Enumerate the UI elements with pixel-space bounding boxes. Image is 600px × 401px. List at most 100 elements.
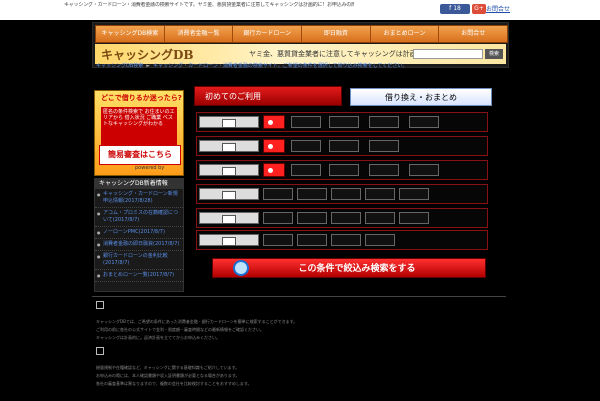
nav-item-contact[interactable]: お問合せ [439,26,507,42]
condition-option[interactable] [369,140,399,152]
content-line: キャッシングは計画的に。返済計画を立ててからお申込みください。 [96,335,220,340]
condition-icon [222,167,236,176]
option-unspecified-selected[interactable] [263,139,285,153]
condition-option[interactable] [331,234,361,246]
option-unspecified-selected[interactable] [263,115,285,129]
condition-row [196,184,488,204]
condition-option[interactable] [291,116,321,128]
condition-option[interactable] [399,212,429,224]
search-mode-tabs: 初めてのご利用 借り換え・おまとめ [194,86,492,110]
tab-first-time[interactable]: 初めてのご利用 [194,86,342,106]
condition-icon [222,119,236,128]
breadcrumb-separator-icon: ► [146,63,151,69]
condition-option[interactable] [331,212,361,224]
news-list: キャッシング・カードローン新規申込情報(2017/8/28) アコム・プロミスの… [95,189,183,282]
condition-option[interactable] [329,164,359,176]
condition-icon [222,191,236,200]
content-line: ご利用の前に各社の公式サイトで金利・限度額・審査時間などの最新情報をご確認くださ… [96,327,264,332]
content-line: 総量規制や在籍確認など、キャッシングに関する基礎知識もご紹介しています。 [96,365,240,370]
content-line: 各社の審査基準は異なりますので、複数の会社を比較検討することをおすすめします。 [96,381,252,386]
site-notice-text: キャッシング・カードローン・消費者金融の検索サイトです。ヤミ金、悪質貸金業者に注… [64,2,354,8]
content-line: キャッシングDBでは、ご希望の条件にあった消費者金融・銀行カードローンを簡単に検… [96,319,298,324]
condition-row [196,136,488,156]
promo-title: どこで借りるか迷ったら? [101,94,182,102]
article-content: キャッシングDBでは、ご希望の条件にあった消費者金融・銀行カードローンを簡単に検… [92,296,506,401]
condition-label [199,140,259,152]
filtered-search-button[interactable]: この条件で絞込み検索をする [212,258,486,278]
breadcrumb-current: キャッシング・カードローン・消費者金融の検索サイト。ご希望の条件を選択して絞り込… [153,63,408,69]
condition-row [196,208,488,228]
radio-dot-icon [268,144,273,149]
condition-option[interactable] [263,234,293,246]
heading-marker-icon [96,347,104,355]
breadcrumb: キャッシングDB検索 ► キャッシング・カードローン・消費者金融の検索サイト。ご希望… [96,62,506,70]
condition-option[interactable] [331,188,361,200]
condition-icon [222,143,236,152]
brand-banner: キャッシングDB ヤミ金、悪質貸金業者に注意してキャッシングは計画的に！ 検索 [95,44,506,64]
condition-option[interactable] [399,188,429,200]
news-item[interactable]: キャッシング・カードローン新規申込情報(2017/8/28) [95,189,183,208]
promo-powered-by: powered by [135,165,165,171]
nav-item-consolidate[interactable]: おまとめローン [371,26,440,42]
facebook-like-button[interactable]: f 18 [440,4,470,14]
condition-row [196,112,488,132]
google-plus-button[interactable]: G+ [472,4,486,14]
news-item[interactable]: ノーローンPMC(2017/8/7) [95,227,183,239]
nav-item-search[interactable]: キャッシングDB検索 [96,26,165,42]
nav-item-sameday[interactable]: 即日融資 [302,26,371,42]
nav-item-consumer[interactable]: 消費者金融一覧 [165,26,234,42]
condition-option[interactable] [297,212,327,224]
content-line: お申込みの際には、本人確認書類や収入証明書類が必要となる場合があります。 [96,373,240,378]
search-button-label: この条件で絞込み検索をする [298,264,416,274]
condition-option[interactable] [297,188,327,200]
heading-marker-icon [96,301,104,309]
condition-option[interactable] [369,164,399,176]
news-item[interactable]: 消費者金融の即日融資(2017/8/7) [95,239,183,251]
nav-item-bank[interactable]: 銀行カードローン [233,26,303,42]
condition-option[interactable] [329,140,359,152]
condition-row [196,230,488,250]
site-search-input[interactable] [413,49,483,59]
slogan-text: ヤミ金、悪質貸金業者に注意してキャッシングは計画的に！ [249,50,438,58]
condition-label [199,188,259,200]
radio-dot-icon [268,120,273,125]
condition-option[interactable] [329,116,359,128]
condition-icon [222,215,236,224]
site-search-button[interactable]: 検索 [485,49,503,59]
condition-option[interactable] [365,212,395,224]
news-item[interactable]: アコム・プロミスの在籍確認について(2017/8/7) [95,208,183,227]
site-logo[interactable]: キャッシングDB [101,46,194,63]
condition-option[interactable] [409,116,439,128]
condition-label [199,116,259,128]
option-unspecified-selected[interactable] [263,163,285,177]
condition-option[interactable] [297,234,327,246]
news-heading: キャッシングDB新着情報 [95,179,183,189]
condition-label [199,164,259,176]
condition-label [199,234,259,246]
simple-screening-promo[interactable]: どこで借りるか迷ったら? 匿名の条件検索で お住まいのエリアから 借入状況 ご職… [94,90,184,176]
promo-cta-button[interactable]: 簡易審査はこちら [99,145,181,165]
condition-option[interactable] [365,188,395,200]
news-box: キャッシングDB新着情報 キャッシング・カードローン新規申込情報(2017/8/… [94,178,184,292]
news-item[interactable]: おまとめローン一覧(2017/8/7) [95,270,183,282]
condition-panel [194,112,490,250]
breadcrumb-home[interactable]: キャッシングDB検索 [96,63,143,69]
global-nav: キャッシングDB検索 消費者金融一覧 銀行カードローン 即日融資 おまとめローン… [95,25,508,43]
tab-refinance[interactable]: 借り換え・おまとめ [350,88,492,106]
contact-link[interactable]: お問合せ [486,4,510,13]
top-utility-bar: キャッシング・カードローン・消費者金融の検索サイトです。ヤミ金、悪質貸金業者に注… [0,0,600,20]
condition-option[interactable] [369,116,399,128]
condition-option[interactable] [291,164,321,176]
condition-option[interactable] [263,212,293,224]
radio-dot-icon [268,168,273,173]
condition-option[interactable] [409,164,439,176]
condition-row [196,160,488,180]
condition-option[interactable] [291,140,321,152]
condition-option[interactable] [263,188,293,200]
condition-icon [222,237,236,246]
magnifier-icon [233,260,249,276]
news-item[interactable]: 銀行カードローンの金利比較(2017/8/7) [95,251,183,270]
condition-label [199,212,259,224]
condition-option[interactable] [365,234,395,246]
promo-body: 匿名の条件検索で お住まいのエリアから 借入状況 ご職業 ベストなキャッシングが… [101,107,177,149]
